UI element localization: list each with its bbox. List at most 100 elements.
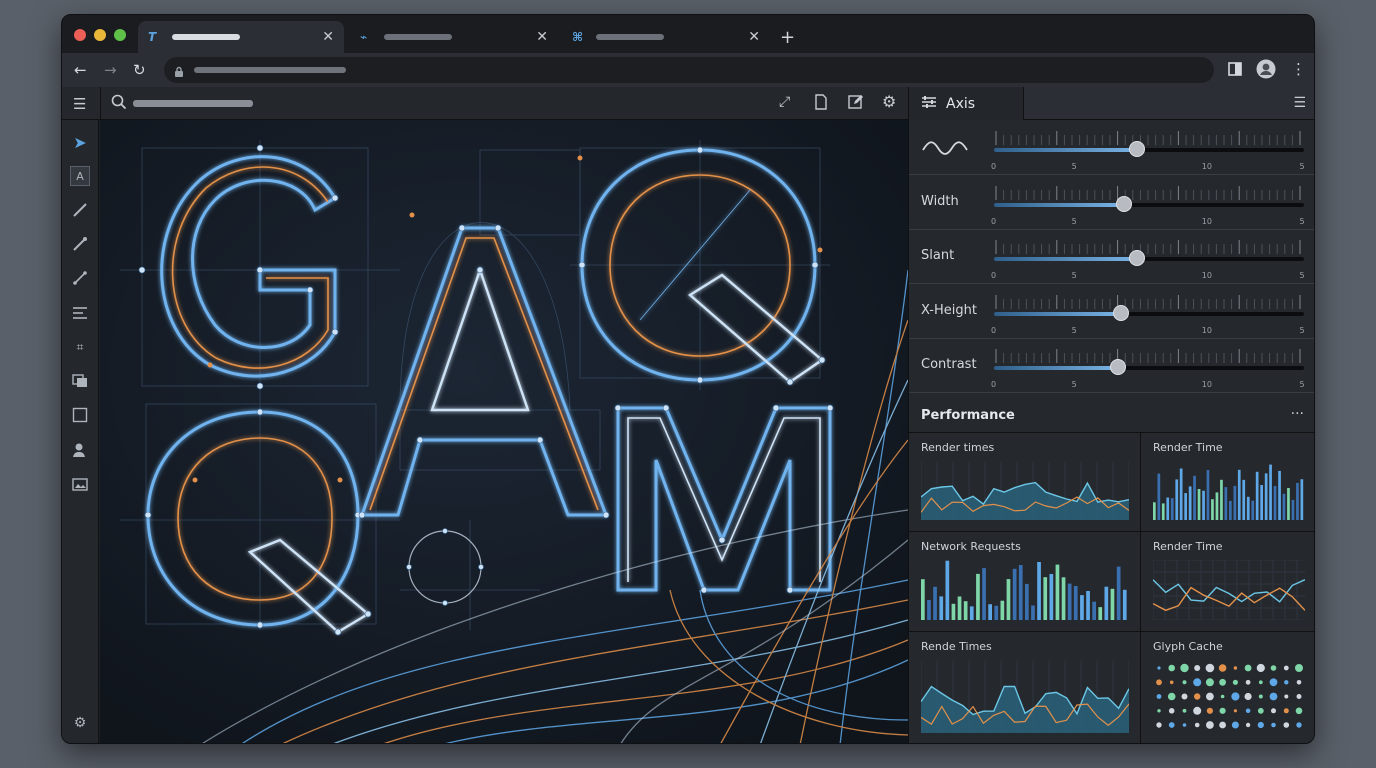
performance-title: Performance: [921, 408, 1015, 423]
panel-title: Axis: [946, 95, 976, 112]
tab-title-placeholder: [596, 34, 664, 40]
tab-3[interactable]: ⌘ ✕: [562, 21, 770, 53]
settings-icon[interactable]: ⚙: [70, 713, 90, 733]
slider-ticks: [994, 348, 1304, 364]
axis-slider[interactable]: [994, 359, 1304, 376]
axis-slider[interactable]: [994, 304, 1304, 321]
tab-2[interactable]: ⌁ ✕: [350, 21, 558, 53]
slider-knob[interactable]: [1128, 141, 1145, 157]
panel-header: Axis ☰: [909, 87, 1314, 120]
tick-label: 5: [1071, 380, 1077, 390]
pen-tool-icon[interactable]: [70, 200, 90, 220]
axis-row: Slant 0 5 10 5: [909, 229, 1314, 285]
performance-header: Performance ···: [909, 399, 1314, 433]
slider-fill: [994, 202, 1125, 207]
transform-icon[interactable]: ⌗: [70, 337, 90, 357]
search-input[interactable]: [133, 100, 253, 107]
glyph-canvas[interactable]: [100, 120, 908, 743]
slider-knob[interactable]: [1113, 304, 1130, 321]
tick-label: 5: [1071, 162, 1077, 171]
tick-label: 0: [991, 380, 997, 390]
settings-gear-icon[interactable]: ⚙: [882, 92, 896, 111]
perf-chart-card[interactable]: Render Time: [1141, 532, 1314, 632]
tick-label: 0: [991, 271, 997, 281]
slider-knob[interactable]: [1110, 359, 1126, 376]
slider-knob[interactable]: [1128, 250, 1145, 267]
tool-sidebar: ➤ A ⌗ ⚙: [62, 120, 99, 743]
tab-title-placeholder: [384, 34, 452, 40]
more-menu-icon[interactable]: ⋮: [1291, 60, 1306, 78]
slider-ticks: [994, 294, 1304, 309]
perf-chart-card[interactable]: Render times: [909, 433, 1141, 532]
perf-chart-card[interactable]: Network Requests: [909, 532, 1141, 632]
tick-label: 0: [991, 325, 997, 335]
tick-label: 5: [1299, 325, 1305, 335]
profile-avatar-icon[interactable]: [1256, 59, 1276, 83]
address-bar[interactable]: [164, 57, 1214, 83]
font-editor-icon: T: [148, 30, 157, 44]
axis-label: Contrast: [921, 357, 977, 373]
slider-fill: [994, 257, 1137, 262]
close-tab-icon[interactable]: ✕: [536, 29, 548, 45]
text-tool-icon[interactable]: A: [70, 166, 90, 186]
close-tab-icon[interactable]: ✕: [748, 29, 760, 45]
search-icon[interactable]: [111, 94, 127, 114]
axis-row: Width 0 5 10 5: [909, 175, 1314, 230]
reload-icon[interactable]: ↻: [133, 61, 146, 79]
perf-chart-title: Render times: [921, 441, 995, 454]
tick-label: 5: [1299, 216, 1305, 226]
back-arrow-icon[interactable]: ←: [74, 61, 87, 79]
slider-ticks: [994, 239, 1304, 255]
user-icon[interactable]: [70, 440, 90, 460]
image-icon[interactable]: [70, 474, 90, 494]
perf-chart-card[interactable]: Render Time: [1141, 433, 1314, 532]
url-placeholder: [194, 67, 346, 73]
perf-chart-title: Render Time: [1153, 540, 1223, 553]
perf-chart-card[interactable]: Glyph Cache: [1141, 632, 1314, 743]
rectangle-tool-icon[interactable]: [70, 405, 90, 425]
axis-slider[interactable]: [994, 250, 1304, 267]
close-window-button[interactable]: [74, 29, 86, 41]
tab-1[interactable]: T ✕: [138, 21, 344, 53]
axis-row: 0 5 10 5: [909, 120, 1314, 175]
axis-label: X-Height: [921, 302, 977, 318]
more-options-icon[interactable]: ···: [1291, 406, 1304, 422]
close-tab-icon[interactable]: ✕: [322, 29, 334, 45]
maximize-window-button[interactable]: [114, 29, 126, 41]
layers-icon[interactable]: [70, 371, 90, 391]
tick-label: 10: [1201, 162, 1212, 171]
edit-icon[interactable]: [848, 94, 864, 114]
axis-label: Slant: [921, 248, 955, 264]
minimize-window-button[interactable]: [94, 29, 106, 41]
align-icon[interactable]: [70, 303, 90, 323]
lock-icon: [174, 63, 184, 77]
line-tool-icon[interactable]: [70, 268, 90, 288]
tick-label: 10: [1201, 271, 1212, 281]
page-icon[interactable]: [814, 94, 828, 114]
command-icon: ⌘: [572, 30, 584, 44]
axis-row: Contrast 0 5 10 5: [909, 338, 1314, 394]
tick-label: 5: [1071, 325, 1077, 335]
axis-slider[interactable]: [994, 195, 1304, 212]
axis-slider[interactable]: [994, 141, 1304, 157]
tab-bar: T ✕ ⌁ ✕ ⌘ ✕ +: [62, 15, 1314, 53]
expand-icon[interactable]: ⤢: [779, 94, 790, 110]
tick-label: 0: [991, 162, 997, 171]
slider-fill: [994, 366, 1118, 371]
slider-knob[interactable]: [1116, 195, 1133, 212]
hamburger-menu-icon[interactable]: ☰: [73, 95, 86, 113]
tick-label: 5: [1071, 216, 1077, 226]
axis-tab[interactable]: Axis: [909, 87, 1024, 120]
slider-ticks: [994, 130, 1304, 145]
perf-chart-card[interactable]: Rende Times: [909, 632, 1141, 743]
brush-tool-icon[interactable]: [70, 234, 90, 254]
tick-label: 0: [991, 216, 997, 226]
panel-menu-icon[interactable]: ☰: [1293, 95, 1306, 111]
sidebar-toggle-icon[interactable]: [1228, 62, 1242, 80]
sliders-icon: [921, 94, 937, 113]
axis-row: X-Height 0 5 10 5: [909, 284, 1314, 339]
editor-toolbar: ☰ ⤢ ⚙: [62, 87, 908, 120]
select-tool-icon[interactable]: ➤: [70, 132, 90, 152]
forward-arrow-icon[interactable]: →: [104, 61, 117, 79]
new-tab-icon[interactable]: +: [780, 27, 795, 48]
